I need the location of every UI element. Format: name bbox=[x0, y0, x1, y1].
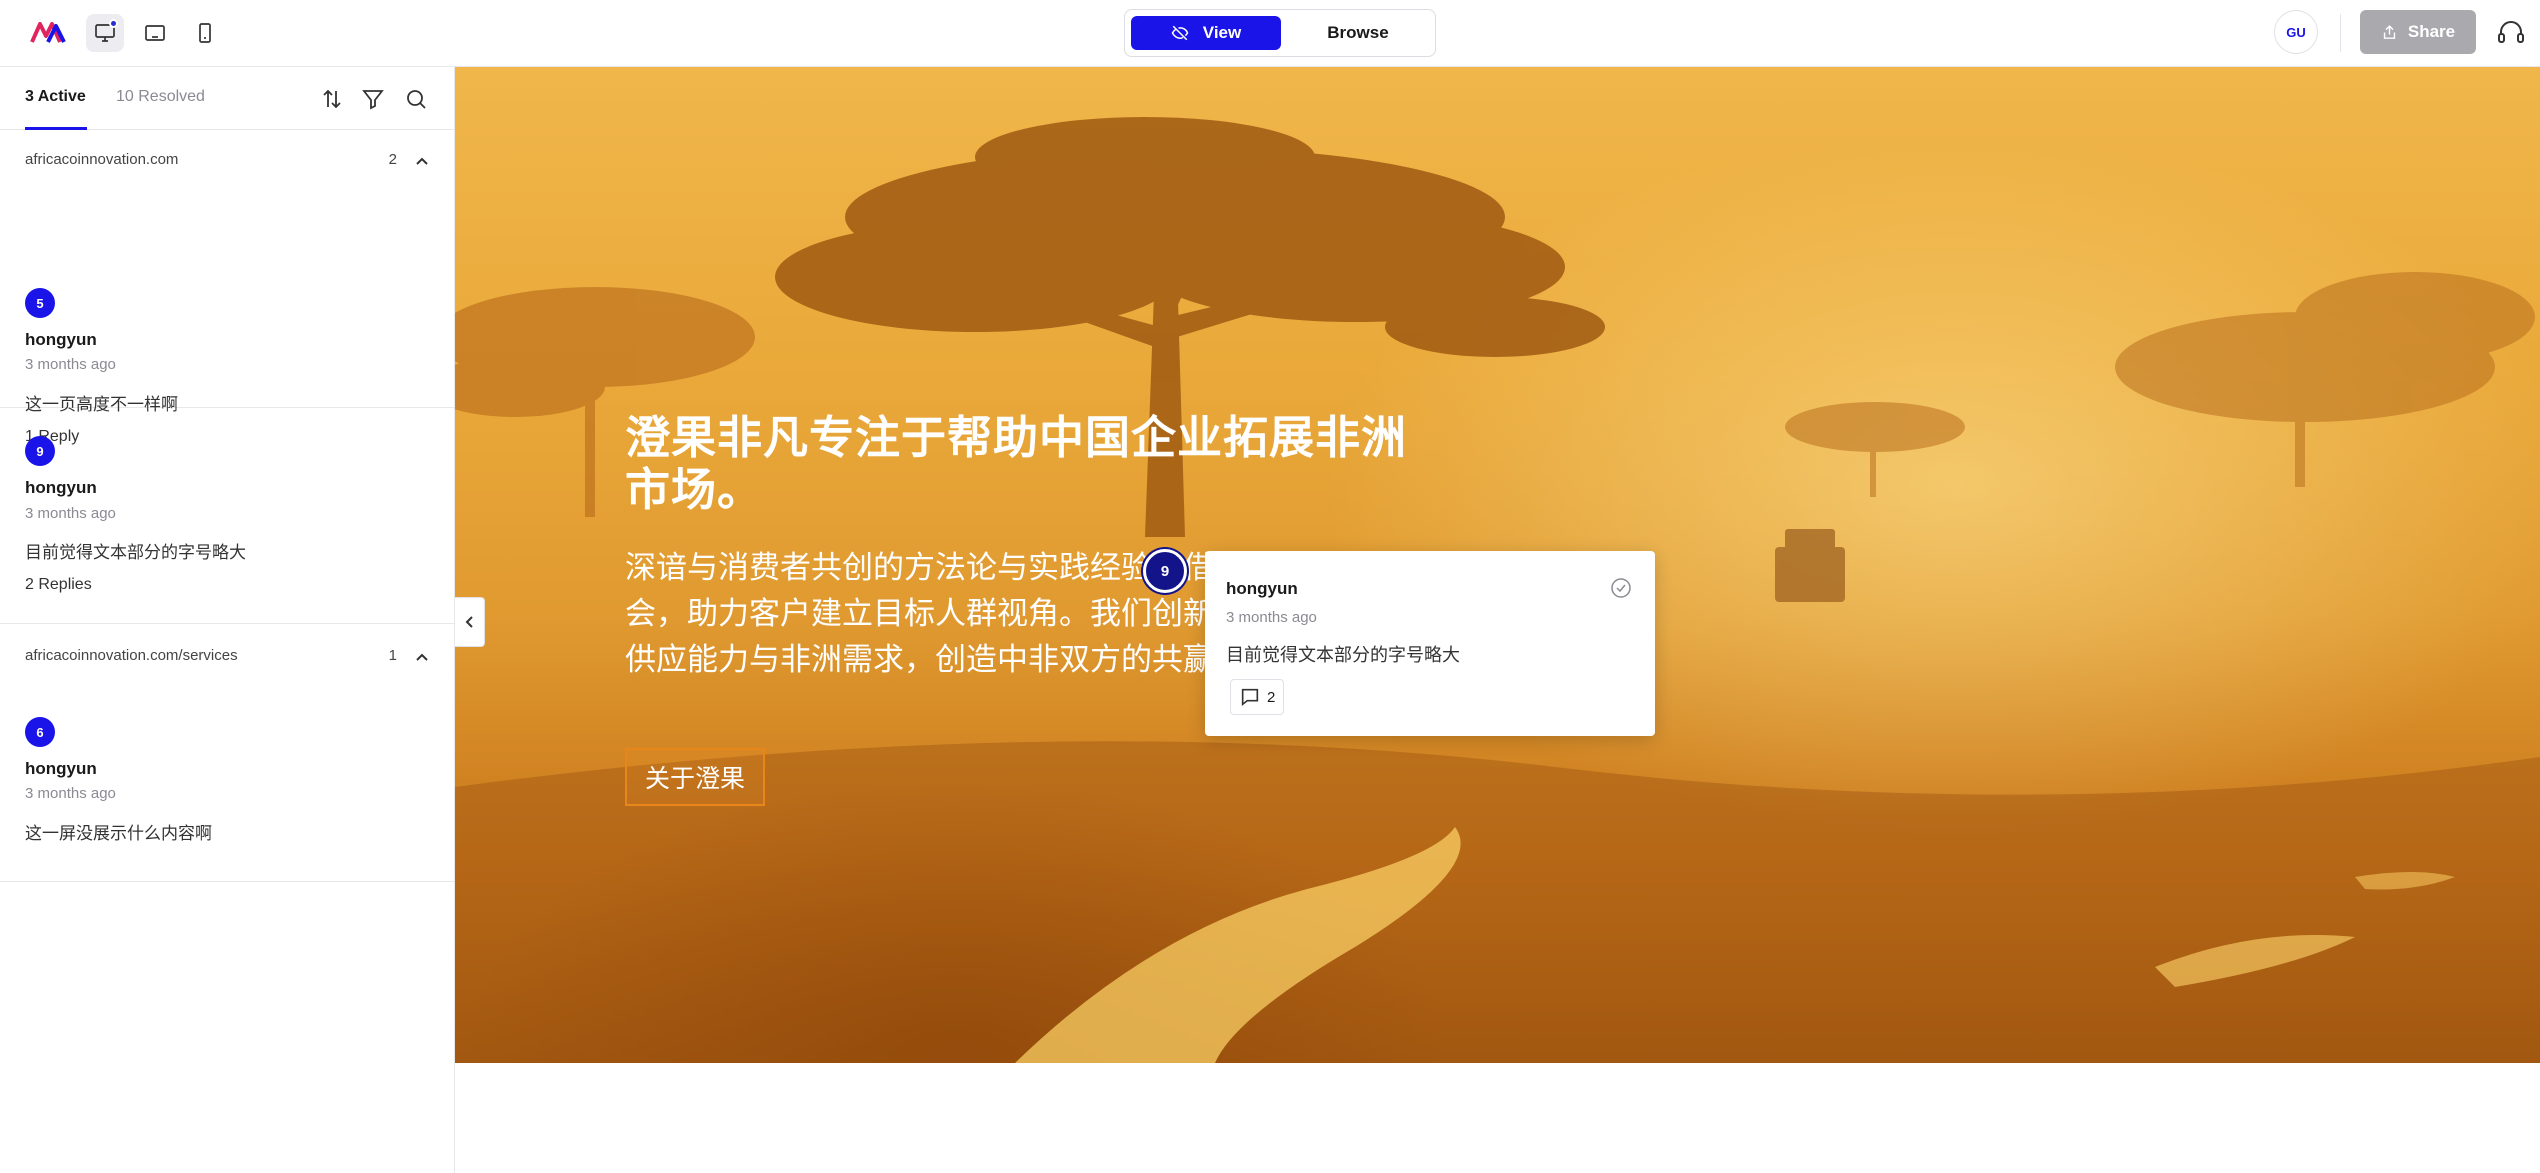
view-mode-label: View bbox=[1202, 23, 1242, 42]
search-icon bbox=[407, 90, 426, 109]
comment-icon bbox=[1241, 688, 1259, 707]
user-avatar[interactable]: GU bbox=[2274, 10, 2318, 54]
chevron-left-icon bbox=[465, 616, 473, 628]
toolbar-divider bbox=[2340, 14, 2341, 52]
comment-time: 3 months ago bbox=[25, 785, 116, 802]
tablet-icon bbox=[145, 25, 165, 41]
share-label: Share bbox=[2407, 22, 2456, 41]
comment-popup: hongyun 3 months ago 目前觉得文本部分的字号略大 2 bbox=[1205, 551, 1655, 736]
popup-author: hongyun bbox=[1226, 579, 1298, 598]
mobile-icon bbox=[199, 23, 211, 43]
comment-body: 目前觉得文本部分的字号略大 bbox=[25, 543, 246, 562]
comment-pin: 9 bbox=[25, 436, 55, 466]
page-group-header[interactable]: africacoinnovation.com 2 bbox=[0, 130, 455, 192]
hero-section: 澄果非凡专注于帮助中国企业拓展非洲市场。 深谙与消费者共创的方法论与实践经验，借… bbox=[455, 67, 2540, 1063]
comments-sidebar: 3 Active 10 Resolved africacoinnovation.… bbox=[0, 67, 455, 1173]
filter-button[interactable] bbox=[361, 87, 385, 111]
chevron-up-icon[interactable] bbox=[413, 152, 431, 170]
reply-count-link[interactable]: 2 Replies bbox=[25, 576, 92, 594]
comment-thread[interactable]: 9 hongyun 3 months ago 目前觉得文本部分的字号略大 2 R… bbox=[0, 408, 455, 624]
comment-marker[interactable]: 9 bbox=[1143, 549, 1187, 593]
comment-pin: 6 bbox=[25, 717, 55, 747]
comment-author: hongyun bbox=[25, 759, 97, 778]
comment-tabs: 3 Active 10 Resolved bbox=[0, 67, 455, 130]
notification-dot bbox=[109, 19, 118, 28]
collapse-sidebar-button[interactable] bbox=[455, 597, 485, 647]
logo[interactable] bbox=[30, 18, 68, 46]
comment-pin: 5 bbox=[25, 288, 55, 318]
hero-title: 澄果非凡专注于帮助中国企业拓展非洲市场。 bbox=[625, 412, 1408, 515]
desktop-view-button[interactable] bbox=[86, 14, 124, 52]
comment-thread[interactable]: 6 hongyun 3 months ago 这一屏没展示什么内容啊 bbox=[0, 688, 455, 882]
page-group-header[interactable]: africacoinnovation.com/services 1 bbox=[0, 626, 455, 688]
page-comment-count: 1 bbox=[388, 647, 397, 664]
comment-author: hongyun bbox=[25, 330, 97, 349]
eye-off-icon bbox=[1171, 25, 1189, 41]
top-bar: View Browse GU Share bbox=[0, 0, 2540, 67]
comment-time: 3 months ago bbox=[25, 505, 116, 522]
sort-icon bbox=[323, 89, 341, 109]
share-icon bbox=[2383, 24, 2396, 39]
tab-active[interactable]: 3 Active bbox=[25, 88, 86, 106]
filter-icon bbox=[362, 90, 384, 110]
search-button[interactable] bbox=[404, 87, 428, 111]
sort-button[interactable] bbox=[320, 87, 344, 111]
view-mode-button[interactable]: View bbox=[1131, 16, 1281, 50]
headset-icon[interactable] bbox=[2496, 18, 2526, 48]
tablet-view-button[interactable] bbox=[136, 14, 174, 52]
about-button[interactable]: 关于澄果 bbox=[625, 748, 765, 806]
check-circle-icon[interactable] bbox=[1610, 577, 1632, 599]
comment-thread[interactable]: 5 hongyun 3 months ago 这一页高度不一样啊 1 Reply bbox=[0, 192, 455, 445]
mobile-view-button[interactable] bbox=[186, 14, 224, 52]
tab-resolved[interactable]: 10 Resolved bbox=[116, 88, 205, 106]
share-button[interactable]: Share bbox=[2360, 10, 2476, 54]
website-preview: 澄果非凡专注于帮助中国企业拓展非洲市场。 深谙与消费者共创的方法论与实践经验，借… bbox=[455, 67, 2540, 1173]
comment-time: 3 months ago bbox=[25, 356, 116, 373]
page-url: africacoinnovation.com bbox=[25, 151, 179, 168]
popup-body: 目前觉得文本部分的字号略大 bbox=[1226, 645, 1460, 665]
comment-body: 这一屏没展示什么内容啊 bbox=[25, 824, 212, 843]
comment-author: hongyun bbox=[25, 478, 97, 497]
chevron-up-icon[interactable] bbox=[413, 648, 431, 666]
popup-replies-button[interactable]: 2 bbox=[1230, 679, 1285, 715]
mode-toggle: View Browse bbox=[1124, 9, 1436, 57]
popup-reply-count: 2 bbox=[1267, 688, 1276, 706]
browse-mode-button[interactable]: Browse bbox=[1285, 16, 1431, 50]
page-url: africacoinnovation.com/services bbox=[25, 647, 238, 664]
popup-time: 3 months ago bbox=[1226, 609, 1317, 626]
page-comment-count: 2 bbox=[388, 151, 397, 168]
